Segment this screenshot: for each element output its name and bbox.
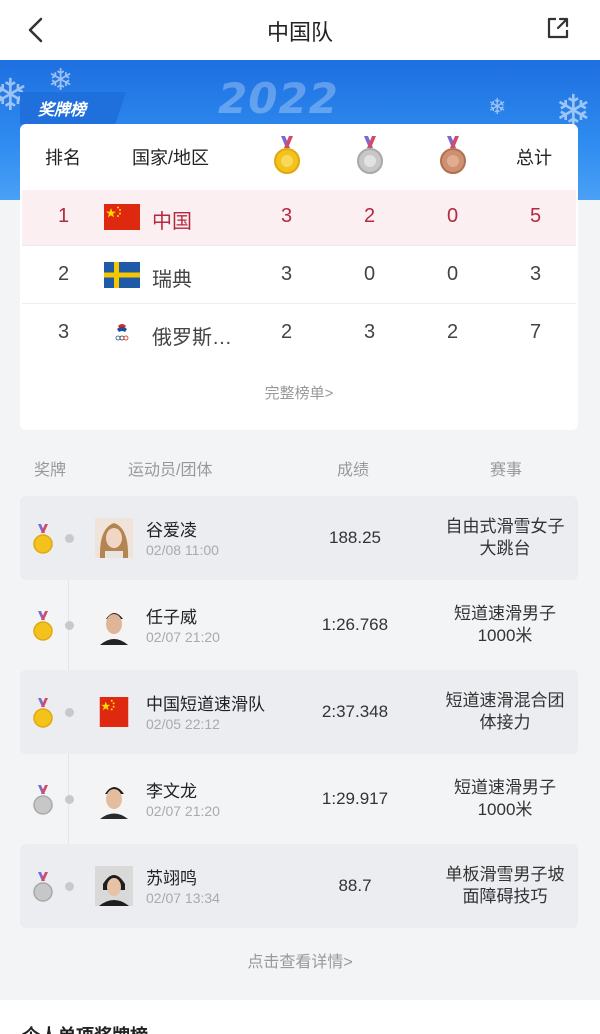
china-flag-icon xyxy=(104,204,140,230)
gold-medal-icon xyxy=(274,136,300,174)
bronze-count: 0 xyxy=(447,205,459,227)
athlete-name: 李文龙 xyxy=(146,782,197,801)
medal-column-header: 奖牌 xyxy=(34,462,67,479)
medal-row-china[interactable]: 1 中国 3 2 0 5 xyxy=(22,190,576,246)
gold-count: 2 xyxy=(281,321,293,343)
total-count: 3 xyxy=(530,263,542,285)
country-cell: 瑞典 xyxy=(152,269,192,291)
rank-cell: 2 xyxy=(58,263,70,285)
gold-medal-icon xyxy=(33,524,53,554)
result-item[interactable]: 李文龙 02/07 21:20 1:29.917 短道速滑男子 1000米 xyxy=(20,757,578,841)
medal-row-roc[interactable]: 3 俄罗斯… 2 3 2 7 xyxy=(22,306,576,362)
result-score: 1:29.917 xyxy=(321,789,389,808)
bronze-count: 0 xyxy=(447,263,459,285)
result-event: 短道速滑男子 1000米 xyxy=(435,603,575,647)
medal-table-tab: 奖牌榜 xyxy=(20,92,126,124)
athlete-avatar xyxy=(95,779,133,819)
silver-medal-icon xyxy=(33,785,53,815)
result-score: 1:26.768 xyxy=(321,615,389,634)
result-time: 02/07 21:20 xyxy=(146,629,220,645)
result-time: 02/07 21:20 xyxy=(146,803,220,819)
country-cell: 俄罗斯… xyxy=(152,327,232,349)
athlete-column-header: 运动员/团体 xyxy=(128,462,213,479)
event-line: 体接力 xyxy=(479,713,531,732)
event-line: 自由式滑雪女子 xyxy=(445,517,565,536)
timeline-dot xyxy=(65,708,74,717)
silver-medal-icon xyxy=(33,872,53,902)
result-score: 188.25 xyxy=(329,528,381,547)
medal-row-sweden[interactable]: 2 瑞典 3 0 0 3 xyxy=(22,248,576,304)
country-header: 国家/地区 xyxy=(132,148,210,168)
page-title: 中国队 xyxy=(266,20,333,45)
rank-cell: 1 xyxy=(58,205,70,227)
results-header: 奖牌 运动员/团体 成绩 赛事 xyxy=(0,452,600,482)
result-score: 2:37.348 xyxy=(321,702,389,721)
country-cell: 中国 xyxy=(152,211,192,233)
event-line: 短道速滑男子 xyxy=(454,604,556,623)
timeline-dot xyxy=(65,534,74,543)
silver-medal-icon xyxy=(357,136,383,174)
athlete-name: 谷爱凌 xyxy=(146,521,197,540)
athlete-avatar xyxy=(95,866,133,906)
nav-bar: 中国队 xyxy=(0,0,600,60)
result-event: 短道速滑混合团 体接力 xyxy=(435,690,575,734)
gold-medal-icon xyxy=(33,611,53,641)
result-item[interactable]: 中国短道速滑队 02/05 22:12 2:37.348 短道速滑混合团 体接力 xyxy=(20,670,578,754)
result-item[interactable]: 任子威 02/07 21:20 1:26.768 短道速滑男子 1000米 xyxy=(20,583,578,667)
total-count: 5 xyxy=(530,205,542,227)
result-event: 自由式滑雪女子 大跳台 xyxy=(435,516,575,560)
roc-emblem-icon xyxy=(115,324,129,341)
view-details-link[interactable]: 点击查看详情> xyxy=(0,948,600,972)
result-time: 02/07 13:34 xyxy=(146,890,220,906)
snowflake-icon: ❄ xyxy=(48,64,74,97)
total-header: 总计 xyxy=(516,148,552,168)
total-count: 7 xyxy=(530,321,542,343)
event-line: 短道速滑男子 xyxy=(454,778,556,797)
team-name: 中国短道速滑队 xyxy=(146,695,265,714)
rank-cell: 3 xyxy=(58,321,70,343)
banner-year: 2022 xyxy=(218,74,339,123)
result-time: 02/05 22:12 xyxy=(146,716,220,732)
timeline-dot xyxy=(65,621,74,630)
score-column-header: 成绩 xyxy=(337,462,370,479)
event-line: 短道速滑混合团 xyxy=(445,691,565,710)
athlete-name: 苏翊鸣 xyxy=(146,869,197,888)
gold-count: 3 xyxy=(281,205,293,227)
individual-medal-section: 个人单项奖牌榜 xyxy=(0,1000,600,1034)
medal-table-header: 排名 国家/地区 总计 xyxy=(20,124,578,186)
medal-table: 排名 国家/地区 总计 1 中国 3 2 0 5 2 瑞典 3 0 0 3 3 … xyxy=(20,124,578,430)
gold-count: 3 xyxy=(281,263,293,285)
share-icon[interactable] xyxy=(542,12,574,44)
silver-count: 2 xyxy=(364,205,376,227)
result-time: 02/08 11:00 xyxy=(146,542,219,558)
gold-medal-icon xyxy=(33,698,53,728)
athlete-name: 任子威 xyxy=(146,608,197,627)
athlete-avatar xyxy=(95,605,133,645)
china-flag-icon xyxy=(99,697,129,727)
rank-header: 排名 xyxy=(45,148,81,168)
bronze-medal-icon xyxy=(440,136,466,174)
sweden-flag-icon xyxy=(104,262,140,288)
event-line: 大跳台 xyxy=(479,539,531,558)
timeline-dot xyxy=(65,882,74,891)
event-column-header: 赛事 xyxy=(490,462,523,479)
event-line: 1000米 xyxy=(477,626,533,645)
silver-count: 0 xyxy=(364,263,376,285)
event-line: 面障碍技巧 xyxy=(462,887,548,906)
bronze-count: 2 xyxy=(447,321,459,343)
event-line: 单板滑雪男子坡 xyxy=(445,865,565,884)
result-score: 88.7 xyxy=(338,876,372,895)
silver-count: 3 xyxy=(364,321,376,343)
result-event: 短道速滑男子 1000米 xyxy=(435,777,575,821)
event-line: 1000米 xyxy=(477,800,533,819)
full-ranking-link[interactable]: 完整榜单> xyxy=(20,382,578,403)
section-title: 个人单项奖牌榜 xyxy=(22,1022,148,1034)
result-event: 单板滑雪男子坡 面障碍技巧 xyxy=(435,864,575,908)
result-item[interactable]: 苏翊鸣 02/07 13:34 88.7 单板滑雪男子坡 面障碍技巧 xyxy=(20,844,578,928)
timeline-dot xyxy=(65,795,74,804)
athlete-avatar xyxy=(95,518,133,558)
result-item[interactable]: 谷爱凌 02/08 11:00 188.25 自由式滑雪女子 大跳台 xyxy=(20,496,578,580)
snowflake-icon: ❄ xyxy=(488,94,507,119)
